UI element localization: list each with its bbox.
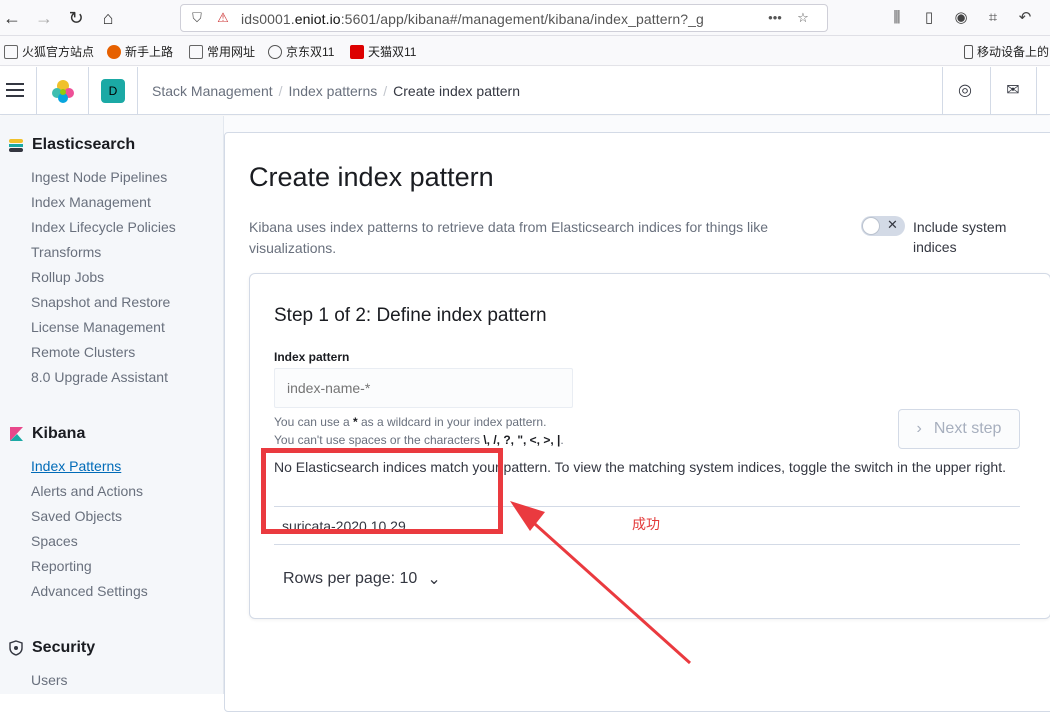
- divider: [36, 67, 37, 115]
- breadcrumb-index-patterns[interactable]: Index patterns: [289, 83, 378, 99]
- shield-icon: [9, 640, 23, 656]
- index-pattern-input[interactable]: [274, 368, 573, 408]
- sidebar-section-security: Security: [8, 639, 95, 657]
- step-card: Step 1 of 2: Define index pattern Index …: [249, 273, 1050, 619]
- browser-toolbar: ← → ↻ ⌂ ⛉ ⚠ ids0001.eniot.io:5601/app/ki…: [0, 0, 1050, 36]
- main-content: Create index pattern Kibana uses index p…: [224, 116, 1050, 712]
- menu-icon[interactable]: [6, 83, 24, 97]
- divider: [88, 67, 89, 115]
- bookmark-item[interactable]: 常用网址: [189, 43, 255, 60]
- forward-icon[interactable]: →: [32, 6, 56, 30]
- library-icon[interactable]: ⫼: [886, 7, 908, 29]
- help-text-characters: You can't use spaces or the characters \…: [274, 433, 564, 447]
- annotation-label: 成功: [632, 516, 660, 532]
- sidebar-item-reporting[interactable]: Reporting: [31, 558, 92, 574]
- sidebar-item-spaces[interactable]: Spaces: [31, 533, 78, 549]
- next-step-button[interactable]: › Next step: [898, 409, 1020, 449]
- page-description: Kibana uses index patterns to retrieve d…: [249, 219, 769, 256]
- account-icon[interactable]: ◉: [950, 7, 972, 29]
- sidebar-item-upgrade-assistant[interactable]: 8.0 Upgrade Assistant: [31, 369, 168, 385]
- elastic-logo-icon[interactable]: [50, 78, 76, 104]
- toggle-knob: [862, 217, 880, 235]
- tmall-icon: [350, 44, 364, 59]
- sidebar-item-saved-objects[interactable]: Saved Objects: [31, 508, 122, 524]
- more-icon[interactable]: •••: [767, 10, 783, 26]
- firefox-icon: [107, 44, 121, 59]
- help-icon[interactable]: ◎: [955, 81, 975, 101]
- field-label: Index pattern: [274, 350, 350, 364]
- mobile-icon: [964, 44, 973, 59]
- sidebar-item-index-management[interactable]: Index Management: [31, 194, 151, 210]
- kibana-header: D Stack Management / Index patterns / Create…: [0, 67, 1050, 115]
- breadcrumb-stack-management[interactable]: Stack Management: [152, 83, 273, 99]
- divider: [1036, 67, 1037, 115]
- rows-per-page-button[interactable]: Rows per page: 10 ⌄: [283, 569, 441, 589]
- sidebar-item-index-lifecycle-policies[interactable]: Index Lifecycle Policies: [31, 219, 176, 235]
- bookmark-item[interactable]: 天猫双11: [350, 43, 416, 60]
- sidebar-item-alerts-actions[interactable]: Alerts and Actions: [31, 483, 143, 499]
- back-icon[interactable]: ←: [0, 6, 24, 30]
- url-text: ids0001.eniot.io:5601/app/kibana#/manage…: [241, 11, 704, 27]
- chevron-right-icon: ›: [916, 420, 922, 437]
- sidebar: Elasticsearch Ingest Node Pipelines Inde…: [0, 116, 224, 694]
- elasticsearch-icon: [9, 139, 23, 152]
- sidebar-section-elasticsearch: Elasticsearch: [8, 136, 135, 154]
- annotation-highlight-box: [261, 448, 503, 534]
- space-avatar[interactable]: D: [101, 79, 125, 103]
- help-text-wildcard: You can use a * as a wildcard in your in…: [274, 415, 547, 429]
- crop-icon[interactable]: ⌗: [982, 7, 1004, 29]
- url-bar[interactable]: ⛉ ⚠ ids0001.eniot.io:5601/app/kibana#/ma…: [180, 4, 828, 32]
- cross-icon: ✕: [887, 217, 898, 232]
- bookmarks-bar: 火狐官方站点 新手上路 常用网址 京东双11 天猫双11 移动设备上的: [0, 36, 1050, 66]
- chevron-down-icon: ⌄: [427, 571, 441, 588]
- toggle-label: Include system indices: [913, 219, 1007, 255]
- bookmark-item[interactable]: 新手上路: [107, 43, 173, 60]
- insecure-lock-icon[interactable]: ⚠: [215, 10, 231, 26]
- shield-icon[interactable]: ⛉: [189, 10, 205, 26]
- folder-icon: [4, 44, 18, 59]
- sidebar-item-license-management[interactable]: License Management: [31, 319, 165, 335]
- home-icon[interactable]: ⌂: [96, 6, 120, 30]
- divider: [942, 67, 943, 115]
- sidebar-item-ingest-node-pipelines[interactable]: Ingest Node Pipelines: [31, 169, 167, 185]
- page-panel: Create index pattern Kibana uses index p…: [224, 132, 1050, 712]
- folder-icon: [189, 44, 203, 59]
- step-title: Step 1 of 2: Define index pattern: [274, 305, 547, 326]
- page-title: Create index pattern: [249, 162, 494, 192]
- sidebar-item-advanced-settings[interactable]: Advanced Settings: [31, 583, 148, 599]
- globe-icon: [268, 44, 282, 59]
- sidebar-item-index-patterns[interactable]: Index Patterns: [31, 458, 121, 474]
- divider: [274, 544, 1020, 545]
- divider: [990, 67, 991, 115]
- sidebar-item-remote-clusters[interactable]: Remote Clusters: [31, 344, 135, 360]
- reload-icon[interactable]: ↻: [64, 6, 88, 30]
- include-system-indices-toggle[interactable]: ✕: [861, 216, 905, 236]
- breadcrumb-current: Create index pattern: [393, 83, 520, 99]
- sidebar-item-rollup-jobs[interactable]: Rollup Jobs: [31, 269, 104, 285]
- sidebar-section-kibana: Kibana: [8, 425, 85, 443]
- breadcrumb: Stack Management / Index patterns / Create i…: [152, 83, 520, 99]
- bookmark-item[interactable]: 京东双11: [268, 43, 334, 60]
- mail-icon[interactable]: ✉: [1003, 81, 1023, 101]
- bookmark-item[interactable]: 火狐官方站点: [4, 43, 94, 60]
- sidebar-item-transforms[interactable]: Transforms: [31, 244, 101, 260]
- sidebar-item-users[interactable]: Users: [31, 672, 68, 688]
- sidebar-item-snapshot-restore[interactable]: Snapshot and Restore: [31, 294, 170, 310]
- bookmark-item[interactable]: 移动设备上的: [964, 43, 1049, 60]
- kibana-icon: [10, 427, 23, 441]
- bookmark-star-icon[interactable]: ☆: [795, 10, 811, 26]
- undo-icon[interactable]: ↶: [1014, 7, 1036, 29]
- sidebar-toggle-icon[interactable]: ▯: [918, 7, 940, 29]
- divider: [137, 67, 138, 115]
